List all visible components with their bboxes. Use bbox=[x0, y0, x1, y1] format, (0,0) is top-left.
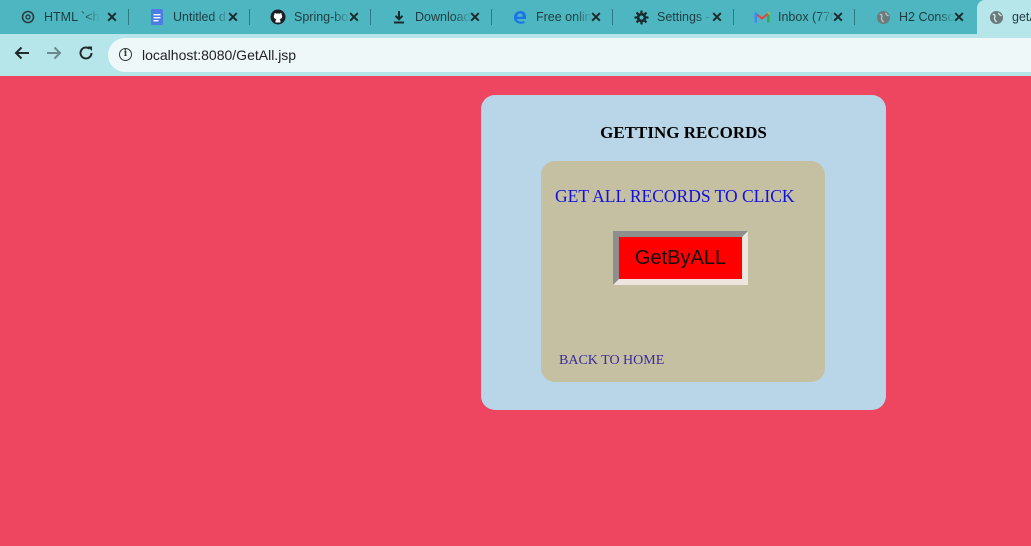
records-card: GETTING RECORDS GET ALL RECORDS TO CLICK… bbox=[481, 95, 886, 410]
tab-label: Download bbox=[415, 10, 471, 24]
tab-label: Settings - bbox=[657, 10, 710, 24]
download-icon bbox=[391, 9, 407, 25]
close-icon[interactable]: ✕ bbox=[952, 9, 966, 25]
reload-button[interactable] bbox=[72, 41, 100, 69]
tab-getall-active[interactable]: getAll bbox=[977, 0, 1031, 34]
docs-icon bbox=[149, 9, 165, 25]
reload-icon bbox=[77, 44, 95, 67]
tab-h2-console[interactable]: H2 Conso ✕ bbox=[855, 0, 976, 34]
close-icon[interactable]: ✕ bbox=[589, 9, 603, 25]
arrow-right-icon bbox=[45, 44, 63, 67]
tab-settings[interactable]: Settings - ✕ bbox=[613, 0, 734, 34]
tab-label: Inbox (770 bbox=[778, 10, 834, 24]
github-icon bbox=[270, 9, 286, 25]
forward-button[interactable] bbox=[40, 41, 68, 69]
close-icon[interactable]: ✕ bbox=[226, 9, 240, 25]
close-icon[interactable]: ✕ bbox=[831, 9, 845, 25]
arrow-left-icon bbox=[13, 44, 31, 67]
tab-label: Spring-bo bbox=[294, 10, 349, 24]
close-icon[interactable]: ✕ bbox=[468, 9, 482, 25]
gmail-icon bbox=[754, 9, 770, 25]
close-icon[interactable]: ✕ bbox=[347, 9, 361, 25]
gear-icon bbox=[633, 9, 649, 25]
instruction-text: GET ALL RECORDS TO CLICK bbox=[555, 186, 795, 206]
url-text[interactable]: localhost:8080/GetAll.jsp bbox=[142, 47, 296, 63]
action-panel: GET ALL RECORDS TO CLICK GetByALL BACK T… bbox=[541, 161, 825, 382]
tab-strip: HTML `<h ✕ Untitled d ✕ Spring-bo ✕ Down… bbox=[0, 0, 1031, 34]
globe-icon bbox=[988, 9, 1004, 25]
tab-label: Untitled d bbox=[173, 10, 226, 24]
tab-downloads[interactable]: Download ✕ bbox=[371, 0, 492, 34]
back-to-home-link[interactable]: BACK TO HOME bbox=[559, 353, 664, 369]
back-button[interactable] bbox=[8, 41, 36, 69]
close-icon[interactable]: ✕ bbox=[710, 9, 724, 25]
tab-github[interactable]: Spring-bo ✕ bbox=[250, 0, 371, 34]
openai-icon bbox=[20, 9, 36, 25]
get-by-all-button[interactable]: GetByALL bbox=[613, 231, 748, 285]
tab-docs[interactable]: Untitled d ✕ bbox=[129, 0, 250, 34]
tab-label: HTML `<h bbox=[44, 10, 100, 24]
tab-chatgpt[interactable]: HTML `<h ✕ bbox=[0, 0, 129, 34]
close-icon[interactable]: ✕ bbox=[105, 9, 119, 25]
address-bar[interactable]: i localhost:8080/GetAll.jsp bbox=[108, 38, 1031, 72]
page-title: GETTING RECORDS bbox=[600, 123, 767, 142]
tab-label: Free onlin bbox=[536, 10, 592, 24]
site-info-icon[interactable]: i bbox=[119, 48, 132, 61]
tab-label: H2 Conso bbox=[899, 10, 955, 24]
tab-free-online[interactable]: Free onlin ✕ bbox=[492, 0, 613, 34]
globe-icon bbox=[875, 9, 891, 25]
edge-icon bbox=[512, 9, 528, 25]
tab-label: getAll bbox=[1012, 10, 1031, 24]
tab-gmail[interactable]: Inbox (770 ✕ bbox=[734, 0, 855, 34]
